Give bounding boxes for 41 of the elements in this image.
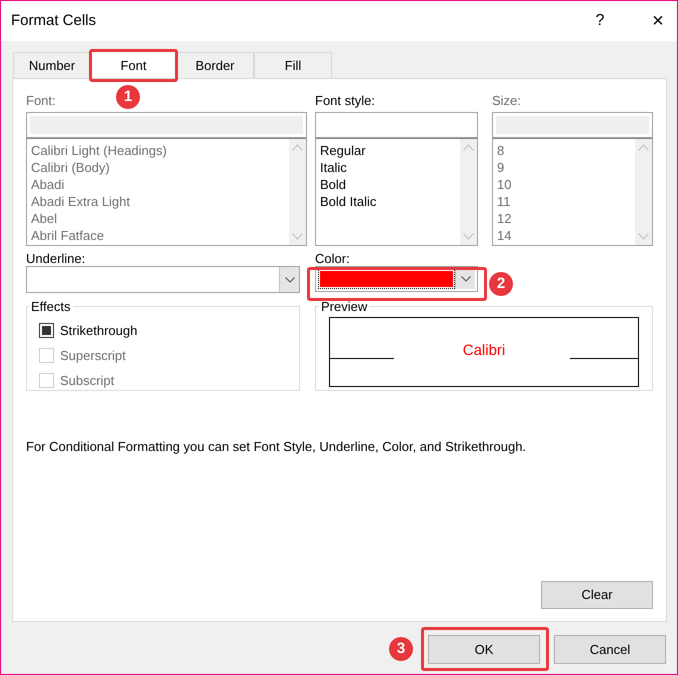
list-item[interactable]: Bold Italic [320, 193, 460, 210]
checkbox-label: Superscript [60, 346, 126, 365]
list-item[interactable]: Regular [320, 142, 460, 159]
scroll-down-icon[interactable] [292, 233, 303, 240]
scrollbar[interactable] [635, 139, 652, 245]
font-label: Font: [26, 92, 56, 109]
underline-label: Underline: [26, 252, 86, 266]
scroll-up-icon[interactable] [463, 144, 474, 151]
clear-button[interactable]: Clear [541, 581, 653, 609]
help-button[interactable]: ? [585, 9, 615, 33]
group-title: Effects [30, 298, 72, 316]
caret-icon [279, 267, 299, 292]
size-label: Size: [492, 92, 521, 109]
tab[interactable]: Border [176, 52, 254, 78]
font-style-input[interactable] [315, 112, 478, 138]
tab[interactable]: Number [13, 52, 91, 78]
group-title: Preview [320, 298, 368, 316]
info-text: For Conditional Formatting you can set Font Style, Underline, Color, and Strikethrough. [26, 438, 528, 456]
step-badge: 3 [389, 637, 413, 661]
tab[interactable]: Font [91, 51, 176, 79]
ok-button[interactable]: OK [428, 635, 540, 664]
window-title: Format Cells [11, 10, 96, 31]
scrollbar[interactable] [460, 139, 477, 245]
cancel-button[interactable]: Cancel [554, 635, 666, 664]
scroll-down-icon[interactable] [463, 233, 474, 240]
list-item[interactable]: Italic [320, 159, 460, 176]
scrollbar[interactable] [289, 139, 306, 245]
checkbox[interactable] [39, 323, 54, 338]
scroll-up-icon[interactable] [292, 144, 303, 151]
scroll-down-icon[interactable] [638, 233, 649, 240]
checkbox-label: Strikethrough [60, 322, 138, 340]
font-style-label: Font style: [315, 92, 375, 109]
list-item[interactable]: Bold [320, 176, 460, 193]
tab[interactable]: Fill [254, 52, 332, 78]
caret-icon [455, 269, 475, 289]
color-label: Color: [315, 252, 350, 266]
checkbox-label: Subscript [60, 372, 114, 390]
scroll-up-icon[interactable] [638, 144, 649, 151]
underline-dropdown[interactable] [26, 266, 300, 293]
close-button[interactable]: × [643, 6, 673, 36]
preview-text: Calibri [462, 341, 506, 362]
